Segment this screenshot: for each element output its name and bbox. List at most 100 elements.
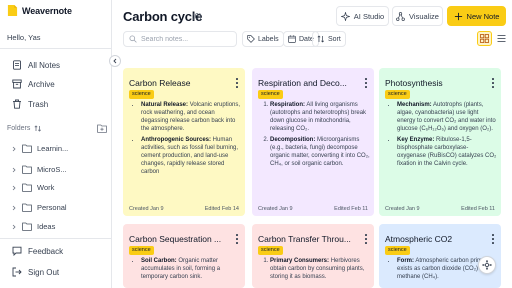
note-body: Soil Carbon: Organic matter accumulates … <box>129 257 241 288</box>
note-card[interactable]: Carbon Sequestration ... science Soil Ca… <box>123 224 245 288</box>
folder-item[interactable]: Work <box>0 179 112 196</box>
search-bar[interactable] <box>123 31 237 47</box>
note-card[interactable]: Carbon Release science Natural Release: … <box>123 68 245 216</box>
folder-icon <box>22 144 32 153</box>
chevron-right-icon[interactable] <box>11 205 17 211</box>
sign-out-link[interactable]: Sign Out <box>0 263 112 281</box>
edited-date: Edited Feb 11 <box>461 206 495 212</box>
page-title: Carbon cycle <box>123 9 203 24</box>
note-title: Atmospheric CO2 <box>385 234 453 244</box>
more-options-icon[interactable] <box>490 234 496 244</box>
brand[interactable]: Weavernote <box>7 5 72 16</box>
brand-name: Weavernote <box>22 5 72 16</box>
sort-button[interactable]: Sort <box>312 31 346 47</box>
note-footer: Created Jan 9 Edited Feb 11 <box>258 206 368 212</box>
search-input[interactable] <box>141 35 231 43</box>
list-view-button[interactable] <box>494 31 509 46</box>
note-card[interactable]: Carbon Transfer Throu... science Primary… <box>252 224 374 288</box>
graph-view-button[interactable] <box>478 256 496 274</box>
note-title: Respiration and Deco... <box>258 78 347 88</box>
note-title: Carbon Release <box>129 78 191 88</box>
more-options-icon[interactable] <box>363 234 369 244</box>
folder-icon <box>22 165 32 174</box>
nav-item-trash[interactable]: Trash <box>0 95 112 113</box>
folders-label: Folders <box>7 125 31 132</box>
bullet-heading: Primary Consumers: <box>270 258 330 264</box>
sign-out-label: Sign Out <box>28 267 60 277</box>
note-bullet: Key Enzyme: Ribulose-1,5-bisphosphate ca… <box>397 136 497 168</box>
note-bullet: Mechanism: Autotrophs (plants, algae, cy… <box>397 101 497 133</box>
bullet-heading: Decomposition: <box>270 137 316 143</box>
bullet-heading: Natural Release: <box>141 102 189 108</box>
note-card[interactable]: Photosynthesis science Mechanism: Autotr… <box>379 68 501 216</box>
calendar-icon <box>288 35 296 43</box>
note-card[interactable]: Respiration and Deco... science Respirat… <box>252 68 374 216</box>
note-tag: science <box>258 246 283 255</box>
folder-label: Work <box>37 183 55 192</box>
note-title: Carbon Transfer Throu... <box>258 234 351 244</box>
network-icon <box>396 11 405 21</box>
grid-icon <box>480 34 489 43</box>
feedback-icon <box>12 246 22 256</box>
ai-studio-label: AI Studio <box>353 11 385 21</box>
archive-icon <box>12 79 22 89</box>
sort-icon[interactable] <box>34 125 42 132</box>
more-options-icon[interactable] <box>234 234 240 244</box>
new-note-label: New Note <box>466 11 500 21</box>
note-title: Photosynthesis <box>385 78 443 88</box>
notes-icon <box>13 60 21 70</box>
chevron-right-icon[interactable] <box>11 185 17 191</box>
feedback-link[interactable]: Feedback <box>0 242 112 260</box>
labels-filter-button[interactable]: Labels <box>242 31 284 47</box>
grid-view-button[interactable] <box>477 31 492 46</box>
brand-logo-icon <box>7 5 18 16</box>
chevron-left-icon <box>113 58 117 64</box>
chevron-right-icon[interactable] <box>11 146 17 152</box>
folder-item[interactable]: MicroS... <box>0 161 112 178</box>
note-count: (6) <box>192 12 202 21</box>
bullet-heading: Soil Carbon: <box>141 258 177 264</box>
ai-studio-button[interactable]: AI Studio <box>336 6 389 26</box>
more-options-icon[interactable] <box>490 78 496 88</box>
note-tag: science <box>258 90 283 99</box>
more-options-icon[interactable] <box>363 78 369 88</box>
nav-label: Archive <box>28 79 55 89</box>
note-body: Primary Consumers: Herbivores obtain car… <box>258 257 370 288</box>
folder-item[interactable]: Learnin... <box>0 140 112 157</box>
bullet-heading: Respiration: <box>270 102 306 108</box>
edited-date: Edited Feb 11 <box>334 206 368 212</box>
trash-icon <box>13 99 21 109</box>
nav-label: Trash <box>28 99 49 109</box>
main-area: Carbon cycle (6) AI Studio Visualize New… <box>112 0 512 288</box>
chevron-right-icon[interactable] <box>11 167 17 173</box>
visualize-button[interactable]: Visualize <box>392 6 443 26</box>
note-title: Carbon Sequestration ... <box>129 234 222 244</box>
created-date: Created Jan 9 <box>129 206 164 212</box>
collapse-sidebar-button[interactable] <box>109 55 121 67</box>
greeting: Hello, Yas <box>7 33 41 42</box>
folder-item[interactable]: Personal <box>0 199 112 216</box>
note-bullet: Respiration: All living organisms (autot… <box>270 101 370 133</box>
note-tag: science <box>129 90 154 99</box>
note-bullet: Anthropogenic Sources: Human activities,… <box>141 136 241 176</box>
new-note-button[interactable]: New Note <box>447 6 506 26</box>
more-options-icon[interactable] <box>234 78 240 88</box>
sidebar: Weavernote Hello, Yas All Notes Archive … <box>0 0 112 288</box>
created-date: Created Jan 9 <box>385 206 420 212</box>
note-footer: Created Jan 9 Edited Feb 14 <box>129 206 239 212</box>
nav-item-archive[interactable]: Archive <box>0 75 112 93</box>
folder-label: Personal <box>37 203 67 212</box>
chevron-right-icon[interactable] <box>11 224 17 230</box>
note-body: Mechanism: Autotrophs (plants, algae, cy… <box>385 101 497 193</box>
nav-item-all-notes[interactable]: All Notes <box>0 56 112 74</box>
bullet-heading: Form: <box>397 258 414 264</box>
folder-item[interactable]: Ideas <box>0 218 112 235</box>
note-body: Respiration: All living organisms (autot… <box>258 101 370 193</box>
divider <box>0 48 112 49</box>
note-bullet: Natural Release: Volcanic eruptions, roc… <box>141 101 241 133</box>
add-folder-icon[interactable] <box>97 124 107 133</box>
note-tag: science <box>385 90 410 99</box>
folders-header: Folders <box>7 124 107 133</box>
list-icon <box>497 35 506 42</box>
sparkle-icon <box>340 11 350 21</box>
